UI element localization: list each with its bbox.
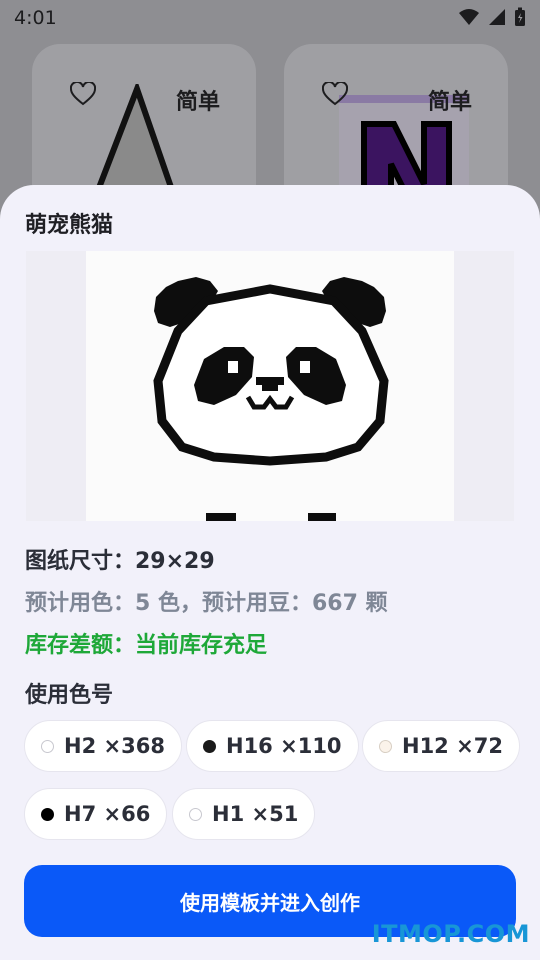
status-icons	[458, 7, 526, 27]
color-chip[interactable]: H1 ×51	[172, 788, 316, 840]
estimate-text: 预计用色：5 色，预计用豆：667 颗	[25, 591, 388, 616]
pattern-size-text: 图纸尺寸：29×29	[25, 549, 215, 574]
template-detail-sheet: 萌宠熊猫 图纸尺寸：29×29 预计用色：5 色，预计用豆：667 颗 库存差额…	[0, 185, 540, 960]
colors-section-title: 使用色号	[25, 683, 114, 708]
color-chip[interactable]: H16 ×110	[186, 720, 359, 772]
difficulty-badge: 简单	[175, 90, 220, 115]
color-chip[interactable]: H7 ×66	[24, 788, 168, 840]
color-chip[interactable]: H12 ×72	[362, 720, 520, 772]
template-title: 萌宠熊猫	[25, 213, 114, 238]
color-chip-label: H2 ×368	[64, 734, 165, 758]
color-chip-label: H1 ×51	[212, 802, 299, 826]
status-bar: 4:01	[0, 0, 540, 38]
heart-icon[interactable]	[322, 82, 348, 106]
color-swatch-icon	[41, 739, 54, 753]
color-swatch-icon	[189, 807, 202, 821]
heart-icon[interactable]	[70, 82, 96, 106]
panda-pattern-image	[86, 251, 454, 521]
color-swatch-icon	[379, 739, 392, 753]
color-chip-label: H12 ×72	[402, 734, 503, 758]
battery-icon	[515, 7, 525, 26]
color-swatch-icon	[41, 807, 54, 821]
color-chip-label: H16 ×110	[226, 734, 342, 758]
status-time: 4:01	[14, 7, 57, 29]
signal-icon	[489, 9, 505, 25]
color-chip[interactable]: H2 ×368	[24, 720, 182, 772]
stock-status-text: 库存差额：当前库存充足	[25, 633, 268, 658]
watermark-logo: ITMOP.COM	[371, 920, 530, 948]
difficulty-badge: 简单	[427, 90, 472, 115]
color-swatch-icon	[203, 739, 216, 753]
color-chip-label: H7 ×66	[64, 802, 151, 826]
pattern-preview	[26, 251, 514, 521]
wifi-icon	[459, 9, 479, 25]
